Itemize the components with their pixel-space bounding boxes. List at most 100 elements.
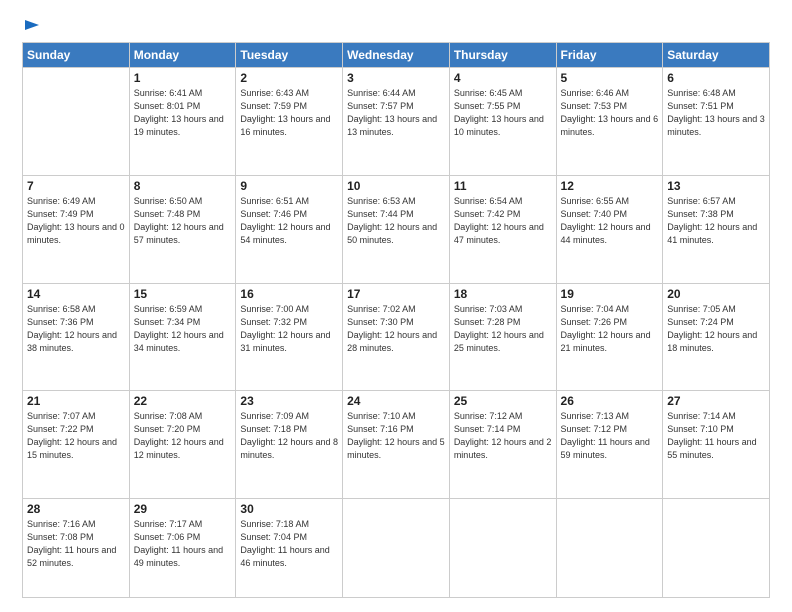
calendar-day-cell: 29Sunrise: 7:17 AMSunset: 7:06 PMDayligh… [129, 499, 236, 598]
daylight-text: Daylight: 13 hours and 10 minutes. [454, 114, 544, 137]
day-number: 14 [27, 287, 125, 301]
day-number: 27 [667, 394, 765, 408]
calendar-day-cell: 16Sunrise: 7:00 AMSunset: 7:32 PMDayligh… [236, 283, 343, 391]
sunrise-text: Sunrise: 7:14 AM [667, 411, 736, 421]
calendar-week-row: 28Sunrise: 7:16 AMSunset: 7:08 PMDayligh… [23, 499, 770, 598]
sunrise-text: Sunrise: 6:59 AM [134, 304, 203, 314]
header [22, 18, 770, 36]
daylight-text: Daylight: 13 hours and 0 minutes. [27, 222, 125, 245]
calendar-day-cell: 11 Sunrise: 6:54 AMSunset: 7:42 PMDayligh… [449, 175, 556, 283]
day-info: Sunrise: 6:50 AMSunset: 7:48 PMDaylight:… [134, 195, 232, 247]
calendar-week-row: 14 Sunrise: 6:58 AM Sunset: 7:36 PM Dayligh… [23, 283, 770, 391]
sunrise-text: Sunrise: 7:07 AM [27, 411, 96, 421]
sunrise-text: Sunrise: 6:49 AM [27, 196, 96, 206]
calendar-day-cell: 23Sunrise: 7:09 AMSunset: 7:18 PMDayligh… [236, 391, 343, 499]
logo [22, 18, 41, 36]
calendar-day-cell: 17Sunrise: 7:02 AMSunset: 7:30 PMDayligh… [343, 283, 450, 391]
day-info: Sunrise: 6:43 AMSunset: 7:59 PMDaylight:… [240, 87, 338, 139]
sunset-text: Sunset: 7:59 PM [240, 101, 307, 111]
weekday-header-cell: Saturday [663, 43, 770, 68]
day-info: Sunrise: 6:54 AMSunset: 7:42 PMDaylight:… [454, 195, 552, 247]
calendar-day-cell: 20Sunrise: 7:05 AMSunset: 7:24 PMDayligh… [663, 283, 770, 391]
sunrise-text: Sunrise: 6:51 AM [240, 196, 309, 206]
weekday-header-cell: Wednesday [343, 43, 450, 68]
sunset-text: Sunset: 7:55 PM [454, 101, 521, 111]
sunrise-text: Sunrise: 7:03 AM [454, 304, 523, 314]
day-number: 11 [454, 179, 552, 193]
calendar-day-cell: 13Sunrise: 6:57 AMSunset: 7:38 PMDayligh… [663, 175, 770, 283]
calendar-day-cell: 2Sunrise: 6:43 AMSunset: 7:59 PMDaylight… [236, 68, 343, 176]
sunrise-text: Sunrise: 7:16 AM [27, 519, 96, 529]
day-info: Sunrise: 6:48 AMSunset: 7:51 PMDaylight:… [667, 87, 765, 139]
sunset-text: Sunset: 7:38 PM [667, 209, 734, 219]
day-info: Sunrise: 7:14 AMSunset: 7:10 PMDaylight:… [667, 410, 765, 462]
calendar-day-cell: 6 Sunrise: 6:48 AMSunset: 7:51 PMDaylight… [663, 68, 770, 176]
calendar-day-cell: 22Sunrise: 7:08 AMSunset: 7:20 PMDayligh… [129, 391, 236, 499]
sunset-text: Sunset: 7:24 PM [667, 317, 734, 327]
day-number: 1 [134, 71, 232, 85]
weekday-header-row: SundayMondayTuesdayWednesdayThursdayFrid… [23, 43, 770, 68]
daylight-text: Daylight: 12 hours and 34 minutes. [134, 330, 224, 353]
sunset-text: Sunset: 7:44 PM [347, 209, 414, 219]
day-number: 15 [134, 287, 232, 301]
daylight-text: Daylight: 12 hours and 50 minutes. [347, 222, 437, 245]
sunset-text: Sunset: 7:10 PM [667, 424, 734, 434]
daylight-text: Daylight: 12 hours and 44 minutes. [561, 222, 651, 245]
day-info: Sunrise: 6:59 AMSunset: 7:34 PMDaylight:… [134, 303, 232, 355]
calendar-day-cell [23, 68, 130, 176]
day-number: 6 [667, 71, 765, 85]
calendar-day-cell: 12Sunrise: 6:55 AMSunset: 7:40 PMDayligh… [556, 175, 663, 283]
sunrise-text: Sunrise: 6:46 AM [561, 88, 630, 98]
day-info: Sunrise: 7:00 AMSunset: 7:32 PMDaylight:… [240, 303, 338, 355]
sunset-text: Sunset: 7:36 PM [27, 317, 94, 327]
sunrise-text: Sunrise: 7:10 AM [347, 411, 416, 421]
calendar-day-cell [343, 499, 450, 598]
sunrise-text: Sunrise: 6:44 AM [347, 88, 416, 98]
sunrise-text: Sunrise: 7:12 AM [454, 411, 523, 421]
calendar-day-cell: 10Sunrise: 6:53 AMSunset: 7:44 PMDayligh… [343, 175, 450, 283]
daylight-text: Daylight: 11 hours and 49 minutes. [134, 545, 223, 568]
calendar-day-cell: 1Sunrise: 6:41 AMSunset: 8:01 PMDaylight… [129, 68, 236, 176]
calendar-day-cell [663, 499, 770, 598]
sunset-text: Sunset: 7:22 PM [27, 424, 94, 434]
day-info: Sunrise: 7:05 AMSunset: 7:24 PMDaylight:… [667, 303, 765, 355]
daylight-text: Daylight: 12 hours and 25 minutes. [454, 330, 544, 353]
sunrise-text: Sunrise: 7:18 AM [240, 519, 309, 529]
sunset-text: Sunset: 7:16 PM [347, 424, 414, 434]
daylight-text: Daylight: 12 hours and 12 minutes. [134, 437, 224, 460]
day-info: Sunrise: 7:02 AMSunset: 7:30 PMDaylight:… [347, 303, 445, 355]
day-info: Sunrise: 7:04 AMSunset: 7:26 PMDaylight:… [561, 303, 659, 355]
sunset-text: Sunset: 7:49 PM [27, 209, 94, 219]
sunset-text: Sunset: 7:20 PM [134, 424, 201, 434]
sunrise-text: Sunrise: 7:02 AM [347, 304, 416, 314]
sunrise-text: Sunrise: 7:09 AM [240, 411, 309, 421]
day-info: Sunrise: 6:49 AM Sunset: 7:49 PM Daylight:… [27, 195, 125, 247]
sunrise-text: Sunrise: 6:50 AM [134, 196, 203, 206]
calendar-day-cell [449, 499, 556, 598]
sunset-text: Sunset: 7:48 PM [134, 209, 201, 219]
day-number: 4 [454, 71, 552, 85]
sunrise-text: Sunrise: 7:00 AM [240, 304, 309, 314]
calendar-day-cell: 28Sunrise: 7:16 AMSunset: 7:08 PMDayligh… [23, 499, 130, 598]
calendar-day-cell: 26Sunrise: 7:13 AMSunset: 7:12 PMDayligh… [556, 391, 663, 499]
daylight-text: Daylight: 12 hours and 21 minutes. [561, 330, 651, 353]
daylight-text: Daylight: 13 hours and 6 minutes. [561, 114, 659, 137]
calendar-day-cell: 9Sunrise: 6:51 AMSunset: 7:46 PMDaylight… [236, 175, 343, 283]
sunset-text: Sunset: 7:26 PM [561, 317, 628, 327]
daylight-text: Daylight: 12 hours and 8 minutes. [240, 437, 338, 460]
sunrise-text: Sunrise: 7:17 AM [134, 519, 203, 529]
daylight-text: Daylight: 11 hours and 52 minutes. [27, 545, 116, 568]
daylight-text: Daylight: 12 hours and 31 minutes. [240, 330, 330, 353]
day-info: Sunrise: 6:55 AMSunset: 7:40 PMDaylight:… [561, 195, 659, 247]
calendar-day-cell: 14Sunrise: 6:58 AMSunset: 7:36 PMDayligh… [23, 283, 130, 391]
page: SundayMondayTuesdayWednesdayThursdayFrid… [0, 0, 792, 612]
sunrise-text: Sunrise: 7:05 AM [667, 304, 736, 314]
sunset-text: Sunset: 7:42 PM [454, 209, 521, 219]
logo-flag-icon [23, 18, 41, 36]
sunset-text: Sunset: 7:08 PM [27, 532, 94, 542]
day-number: 26 [561, 394, 659, 408]
day-info: Sunrise: 6:51 AMSunset: 7:46 PMDaylight:… [240, 195, 338, 247]
sunrise-text: Sunrise: 6:58 AM [27, 304, 96, 314]
day-number: 21 [27, 394, 125, 408]
daylight-text: Daylight: 13 hours and 16 minutes. [240, 114, 330, 137]
